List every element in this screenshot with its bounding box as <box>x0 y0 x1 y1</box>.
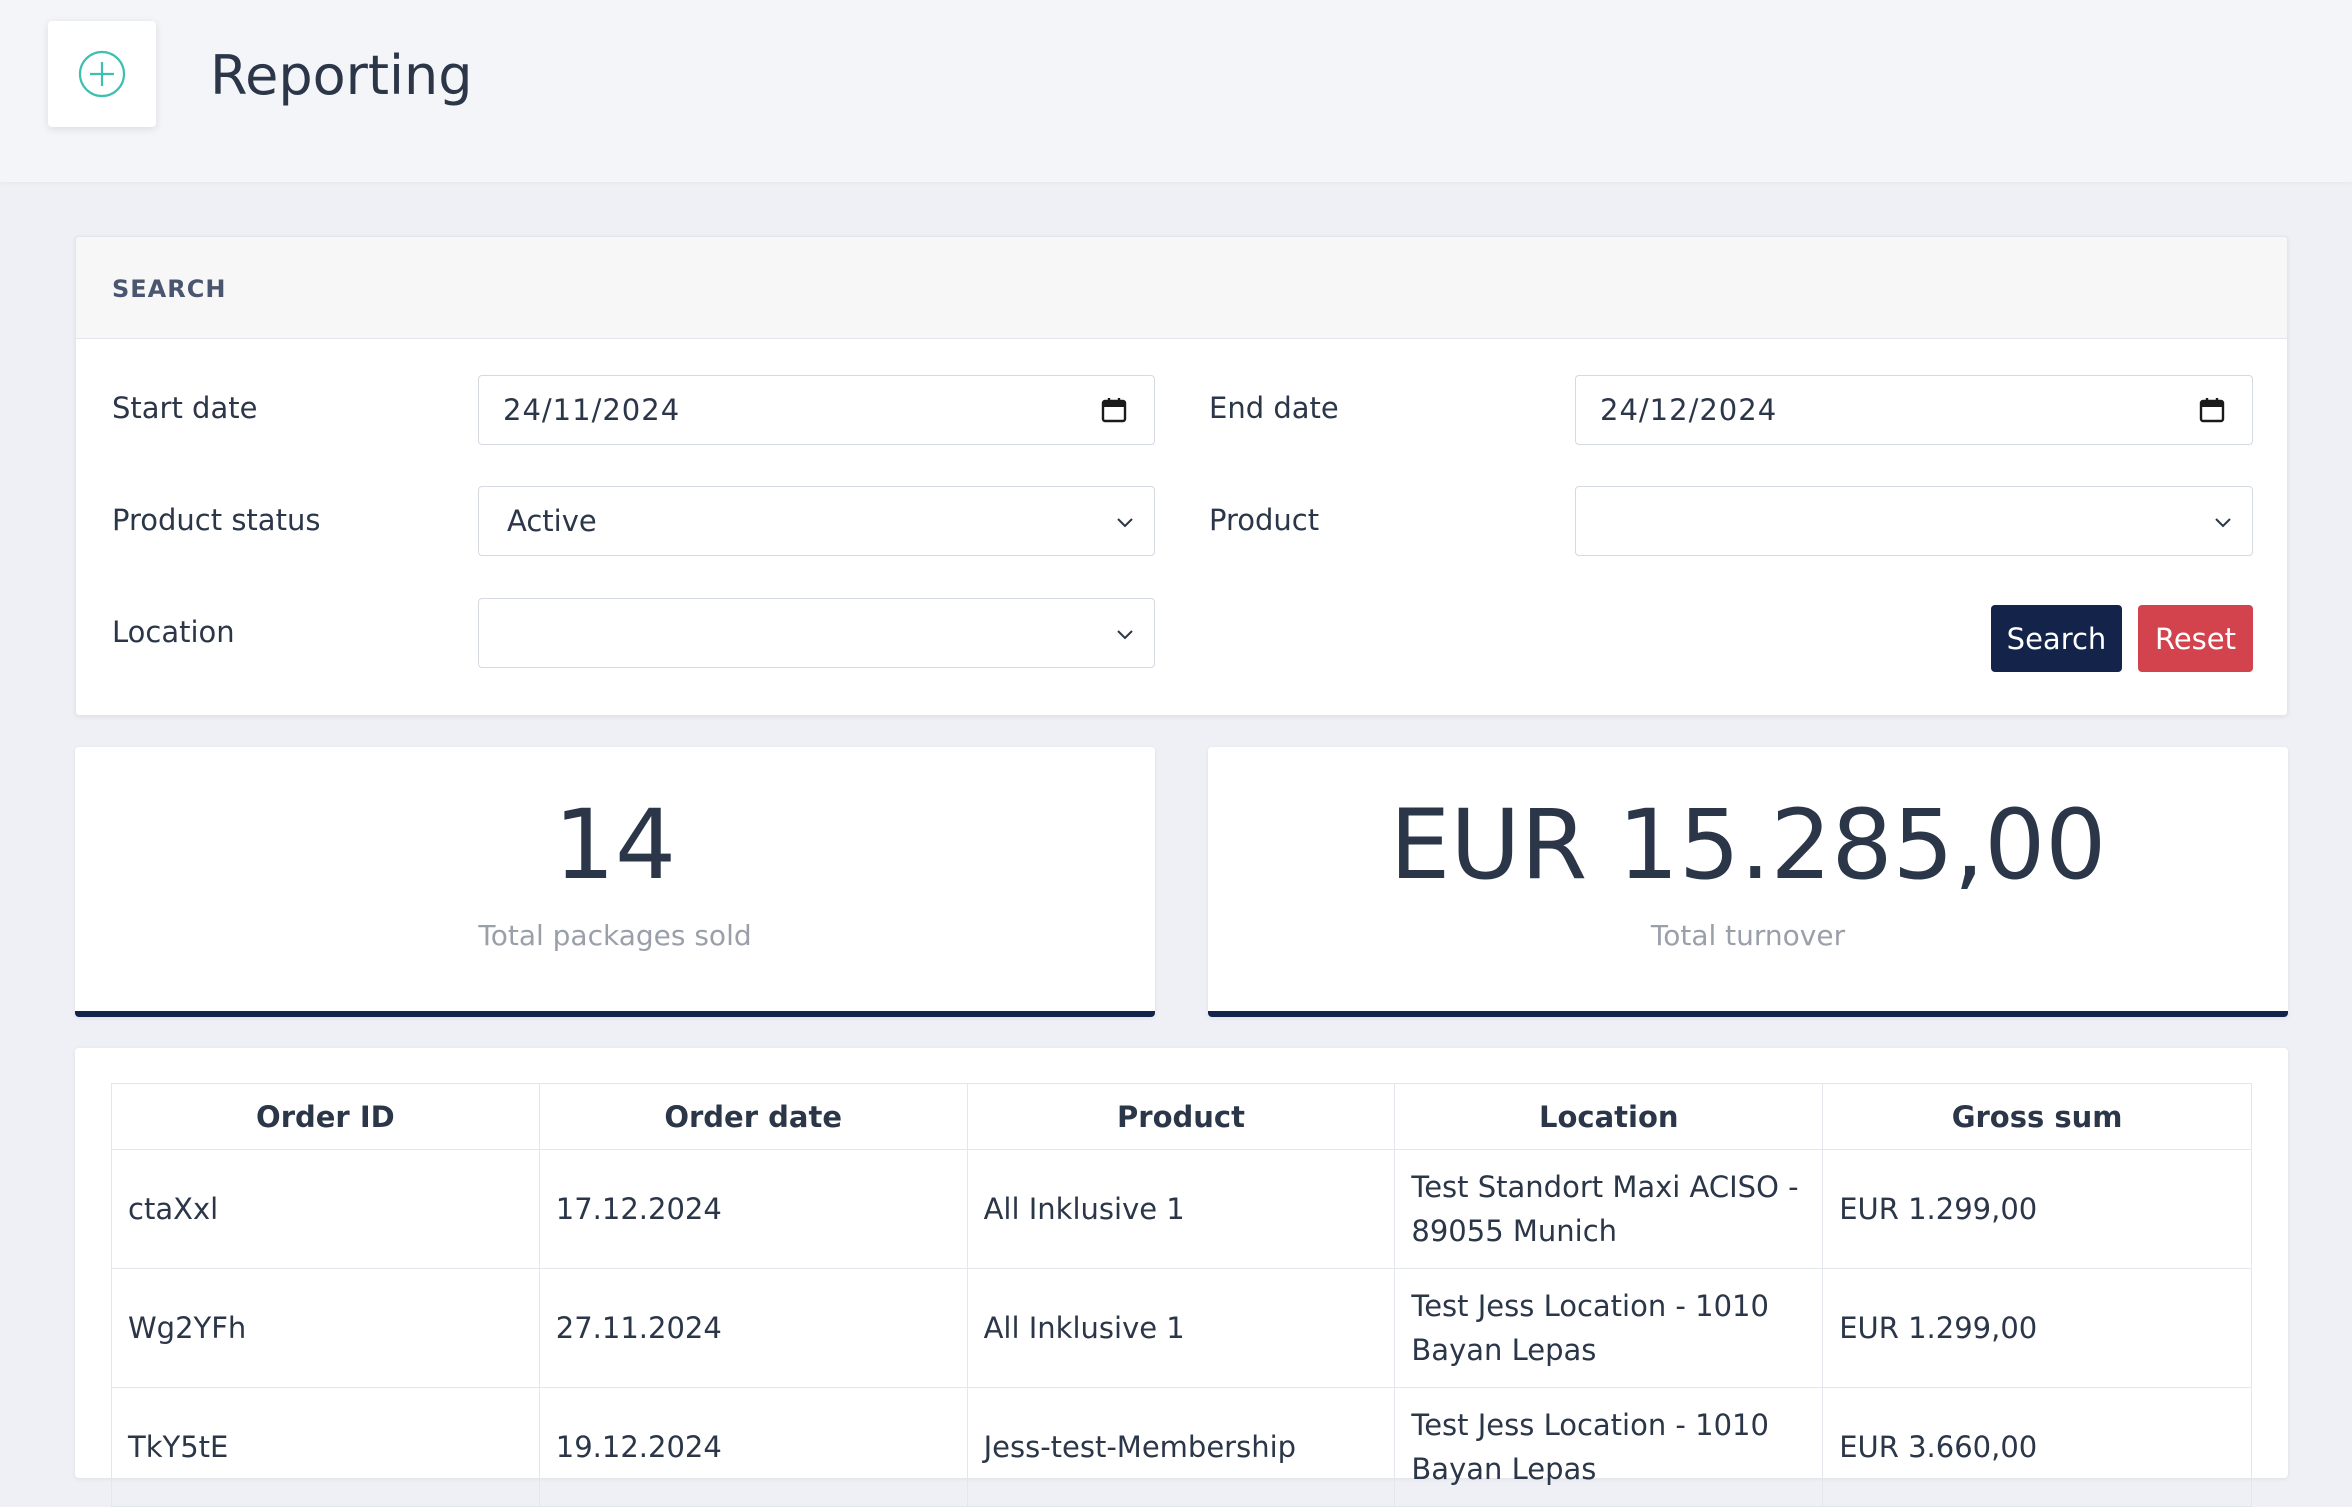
end-date-label: End date <box>1209 391 1339 425</box>
search-panel: SEARCH Start date 24/11/2024 End date 24… <box>75 236 2288 716</box>
turnover-label: Total turnover <box>1650 919 1846 952</box>
order-id-cell: Wg2YFh <box>111 1268 540 1388</box>
product-select[interactable] <box>1575 486 2253 556</box>
order-date-cell: 17.12.2024 <box>538 1149 968 1269</box>
chevron-down-icon <box>2215 518 2231 528</box>
order-date-cell: 27.11.2024 <box>538 1268 968 1388</box>
location-select[interactable] <box>478 598 1155 668</box>
column-header-order-id[interactable]: Order ID <box>111 1083 540 1150</box>
table-header-row: Order ID Order date Product Location Gro… <box>111 1083 2252 1150</box>
column-header-gross-sum[interactable]: Gross sum <box>1822 1083 2252 1150</box>
turnover-card: EUR 15.285,00 Total turnover <box>1208 747 2288 1017</box>
chevron-down-icon <box>1117 518 1133 528</box>
start-date-label: Start date <box>112 391 258 425</box>
product-status-select[interactable]: Active <box>478 486 1155 556</box>
product-cell: All Inklusive 1 <box>966 1268 1396 1388</box>
location-cell: Test Jess Location - 1010 Bayan Lepas <box>1394 1387 1824 1507</box>
order-id-cell: TkY5tE <box>111 1387 540 1507</box>
plus-circle-icon[interactable] <box>48 21 156 127</box>
gross-sum-cell: EUR 1.299,00 <box>1822 1149 2252 1269</box>
order-id-cell: ctaXxl <box>111 1149 540 1269</box>
orders-table-card: Order ID Order date Product Location Gro… <box>75 1048 2288 1507</box>
top-bar: Reporting <box>0 0 2352 182</box>
table-row[interactable]: ctaXxl 17.12.2024 All Inklusive 1 Test S… <box>111 1149 2252 1269</box>
column-header-order-date[interactable]: Order date <box>538 1083 968 1150</box>
page-title: Reporting <box>210 44 473 107</box>
calendar-icon[interactable] <box>2198 396 2226 424</box>
product-cell: All Inklusive 1 <box>966 1149 1396 1269</box>
table-row[interactable]: Wg2YFh 27.11.2024 All Inklusive 1 Test J… <box>111 1268 2252 1388</box>
location-cell: Test Jess Location - 1010 Bayan Lepas <box>1394 1268 1824 1388</box>
table-row[interactable]: TkY5tE 19.12.2024 Jess-test-Membership T… <box>111 1387 2252 1507</box>
packages-sold-card: 14 Total packages sold <box>75 747 1155 1017</box>
start-date-value: 24/11/2024 <box>503 393 681 427</box>
product-status-label: Product status <box>112 503 321 537</box>
packages-sold-value: 14 <box>553 789 677 901</box>
calendar-icon[interactable] <box>1100 396 1128 424</box>
location-cell: Test Standort Maxi ACISO - 89055 Munich <box>1394 1149 1824 1269</box>
column-header-product[interactable]: Product <box>966 1083 1396 1150</box>
packages-sold-label: Total packages sold <box>478 919 752 952</box>
end-date-input[interactable]: 24/12/2024 <box>1575 375 2253 445</box>
start-date-input[interactable]: 24/11/2024 <box>478 375 1155 445</box>
search-heading: SEARCH <box>112 275 227 303</box>
location-label: Location <box>112 615 235 649</box>
product-cell: Jess-test-Membership <box>966 1387 1396 1507</box>
chevron-down-icon <box>1117 630 1133 640</box>
product-status-value: Active <box>507 504 597 538</box>
search-panel-header: SEARCH <box>76 237 2287 339</box>
end-date-value: 24/12/2024 <box>1600 393 1778 427</box>
order-date-cell: 19.12.2024 <box>538 1387 968 1507</box>
reset-button[interactable]: Reset <box>2138 605 2253 672</box>
gross-sum-cell: EUR 3.660,00 <box>1822 1387 2252 1507</box>
search-button[interactable]: Search <box>1991 605 2122 672</box>
product-label: Product <box>1209 503 1320 537</box>
turnover-value: EUR 15.285,00 <box>1389 789 2107 901</box>
orders-table: Order ID Order date Product Location Gro… <box>111 1083 2252 1507</box>
gross-sum-cell: EUR 1.299,00 <box>1822 1268 2252 1388</box>
column-header-location[interactable]: Location <box>1394 1083 1824 1150</box>
